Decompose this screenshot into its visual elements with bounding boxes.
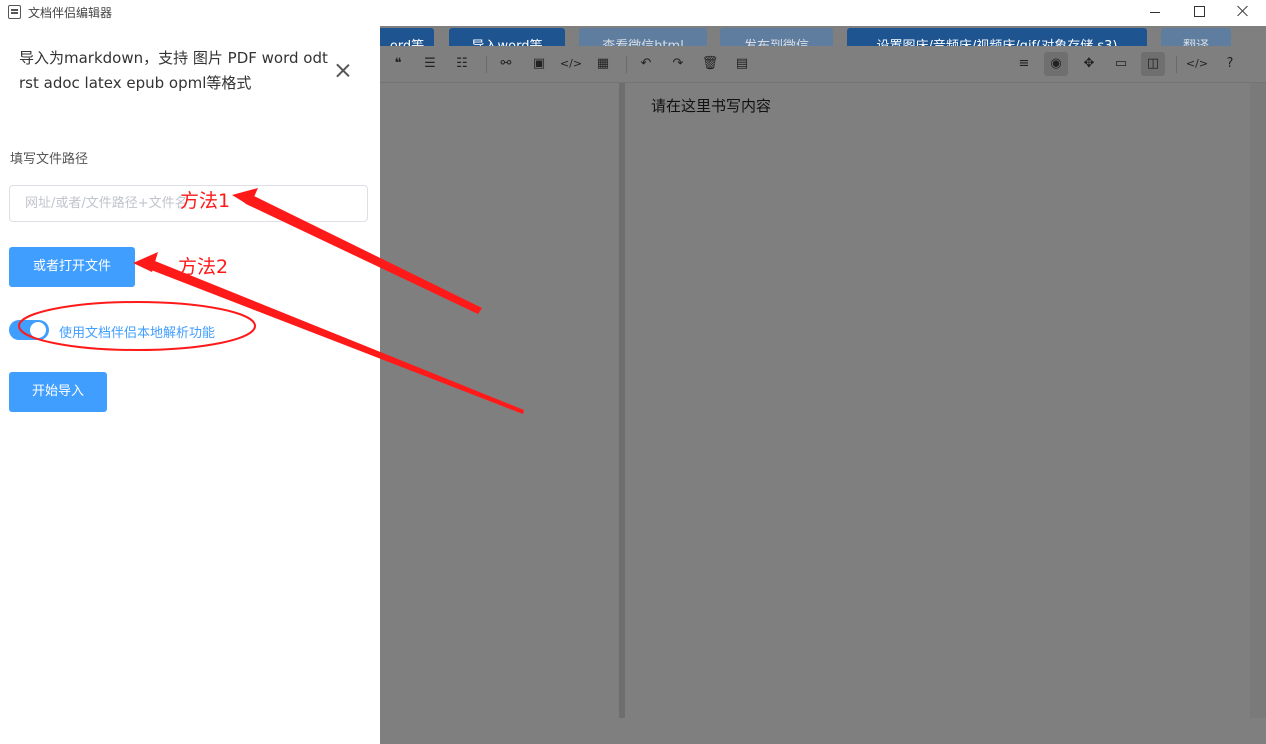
toolbar-divider: [626, 56, 627, 73]
toolbar-divider: [1176, 56, 1177, 73]
image-icon[interactable]: ▣: [527, 52, 551, 76]
annotation-method-2: 方法2: [178, 256, 229, 278]
annotation-method-1: 方法1: [180, 190, 231, 212]
window-close-icon[interactable]: [1220, 0, 1266, 26]
open-file-button[interactable]: 或者打开文件: [9, 247, 135, 287]
trash-icon[interactable]: 🗑: [698, 52, 722, 76]
preview-eye-icon[interactable]: ◉: [1044, 52, 1068, 76]
import-drawer: 导入为markdown，支持 图片 PDF word odt rst adoc …: [0, 26, 380, 744]
minimize-icon[interactable]: [1132, 0, 1178, 26]
menu-icon[interactable]: ≡: [1012, 52, 1036, 76]
preview-pane: 请在这里书写内容: [625, 83, 1250, 718]
quote-icon[interactable]: ❝: [386, 52, 410, 76]
window-title: 文档伴侣编辑器: [28, 6, 113, 20]
save-icon[interactable]: ▤: [730, 52, 754, 76]
editor-toolbar: ❝ ☰ ☷ ⚯ ▣ </> ▦ ↶ ↷ 🗑 ▤ ≡ ◉ ✥ ▭ ◫ </> ?: [380, 46, 1266, 83]
help-icon[interactable]: ?: [1218, 52, 1242, 76]
preview-placeholder: 请在这里书写内容: [651, 97, 772, 115]
table-icon[interactable]: ▦: [591, 52, 615, 76]
markdown-editor[interactable]: [380, 83, 619, 718]
ordered-list-icon[interactable]: ☰: [418, 52, 442, 76]
fullscreen-icon[interactable]: ✥: [1077, 52, 1101, 76]
toggle-knob: [30, 322, 46, 338]
maximize-icon[interactable]: [1176, 0, 1222, 26]
app-icon: [8, 5, 21, 19]
split-view-icon[interactable]: ◫: [1141, 52, 1165, 76]
scrollbar[interactable]: [1250, 83, 1266, 718]
path-label: 填写文件路径: [10, 152, 89, 167]
source-code-icon[interactable]: </>: [1185, 52, 1209, 76]
undo-icon[interactable]: ↶: [634, 52, 658, 76]
local-parse-label: 使用文档伴侣本地解析功能: [59, 326, 216, 341]
link-icon[interactable]: ⚯: [494, 52, 518, 76]
start-import-button[interactable]: 开始导入: [9, 372, 107, 412]
code-icon[interactable]: </>: [559, 52, 583, 76]
local-parse-toggle[interactable]: [9, 320, 49, 340]
close-icon[interactable]: [334, 62, 352, 80]
redo-icon[interactable]: ↷: [666, 52, 690, 76]
drawer-title: 导入为markdown，支持 图片 PDF word odt rst adoc …: [19, 49, 328, 92]
window-icon[interactable]: ▭: [1109, 52, 1133, 76]
unordered-list-icon[interactable]: ☷: [450, 52, 474, 76]
title-bar: 文档伴侣编辑器: [0, 0, 1266, 26]
toolbar-divider: [486, 56, 487, 73]
